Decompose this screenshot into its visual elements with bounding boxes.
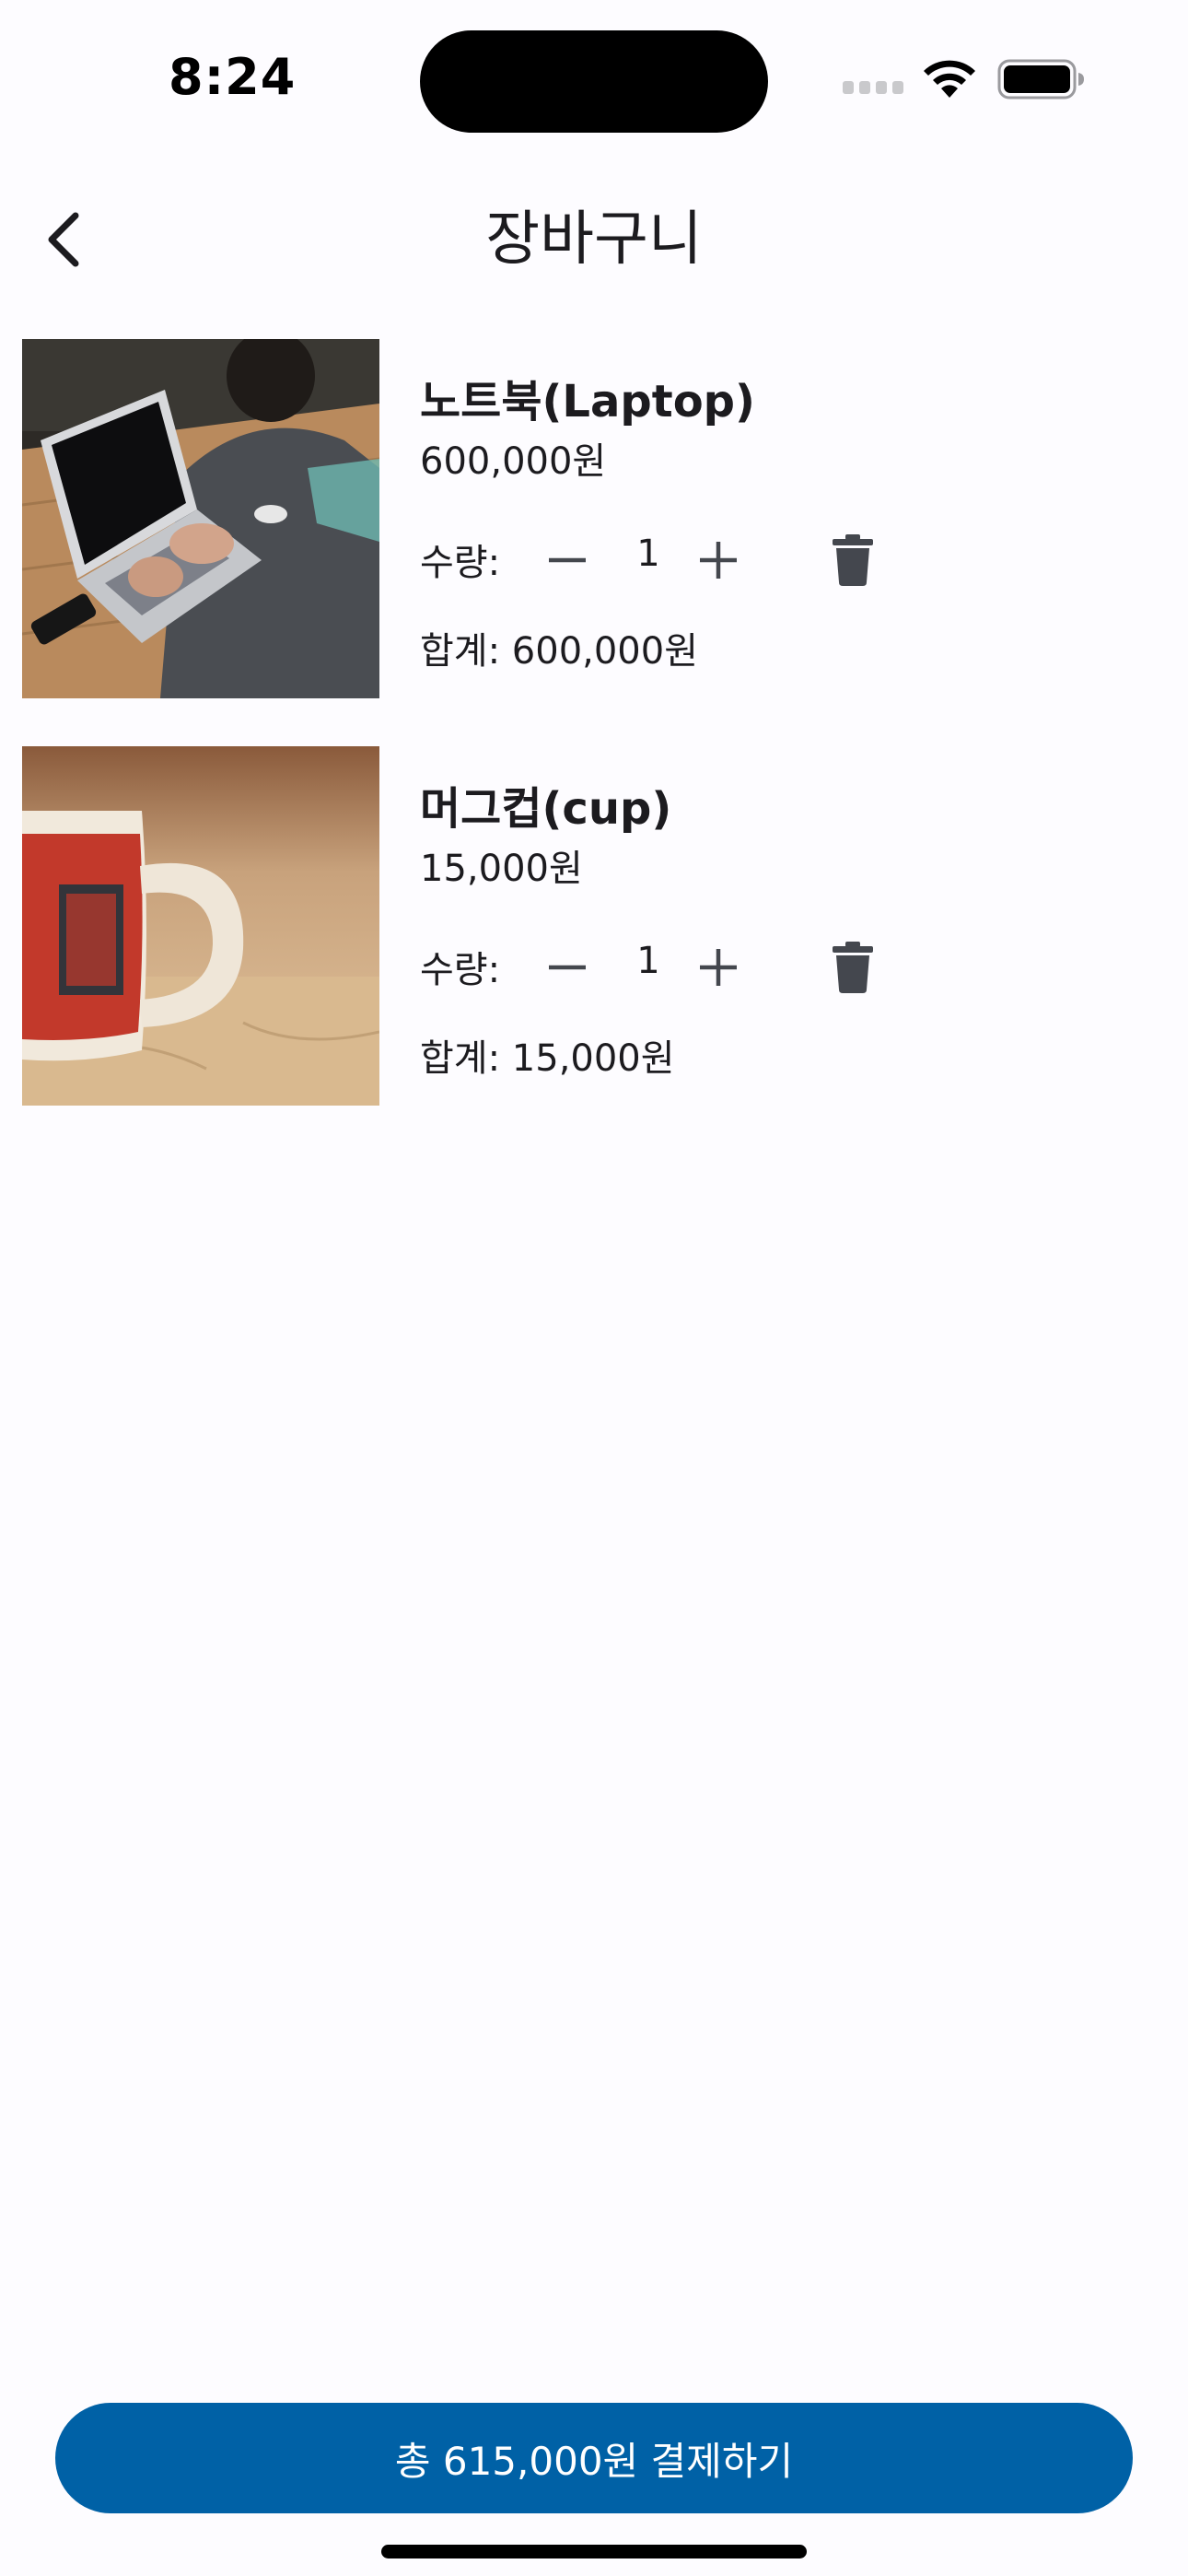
app-bar: 장바구니 (0, 175, 1188, 304)
cart-item: 노트북(Laptop) 600,000원 수량: 1 합계: 600,000원 (0, 339, 1188, 746)
decrease-quantity-button[interactable] (530, 523, 604, 597)
cart-list: 노트북(Laptop) 600,000원 수량: 1 합계: 600,000원 … (0, 339, 1188, 1153)
minus-icon (549, 557, 586, 563)
item-subtotal: 합계: 600,000원 (420, 630, 699, 673)
plus-icon (700, 949, 737, 986)
battery-icon (997, 59, 1084, 100)
laptop-photo (22, 339, 379, 698)
delete-item-button[interactable] (816, 931, 890, 1004)
item-price: 600,000원 (420, 440, 607, 483)
trash-icon (833, 942, 873, 993)
checkout-button[interactable]: 총 615,000원 결제하기 (55, 2403, 1133, 2513)
mug-photo (22, 746, 379, 1106)
quantity-label: 수량: (420, 542, 501, 584)
decrease-quantity-button[interactable] (530, 931, 604, 1004)
status-bar: 8:24 (0, 0, 1188, 147)
item-subtotal: 합계: 15,000원 (420, 1037, 675, 1080)
cellular-signal-icon (843, 81, 905, 94)
increase-quantity-button[interactable] (681, 523, 755, 597)
minus-icon (549, 965, 586, 970)
item-name: 머그컵(cup) (420, 783, 672, 835)
dynamic-island (420, 30, 768, 133)
status-time: 8:24 (169, 48, 297, 106)
page-title: 장바구니 (485, 205, 703, 274)
wifi-icon (924, 60, 975, 98)
trash-icon (833, 534, 873, 586)
item-price: 15,000원 (420, 848, 583, 890)
quantity-value: 1 (636, 533, 660, 575)
quantity-row: 수량: 1 (420, 523, 1065, 597)
quantity-label: 수량: (420, 949, 501, 991)
increase-quantity-button[interactable] (681, 931, 755, 1004)
home-indicator (381, 2545, 807, 2558)
delete-item-button[interactable] (816, 523, 890, 597)
quantity-row: 수량: 1 (420, 931, 1065, 1004)
quantity-value: 1 (636, 940, 660, 982)
plus-icon (700, 542, 737, 579)
item-name: 노트북(Laptop) (420, 376, 755, 427)
cart-item: 머그컵(cup) 15,000원 수량: 1 합계: 15,000원 (0, 746, 1188, 1153)
